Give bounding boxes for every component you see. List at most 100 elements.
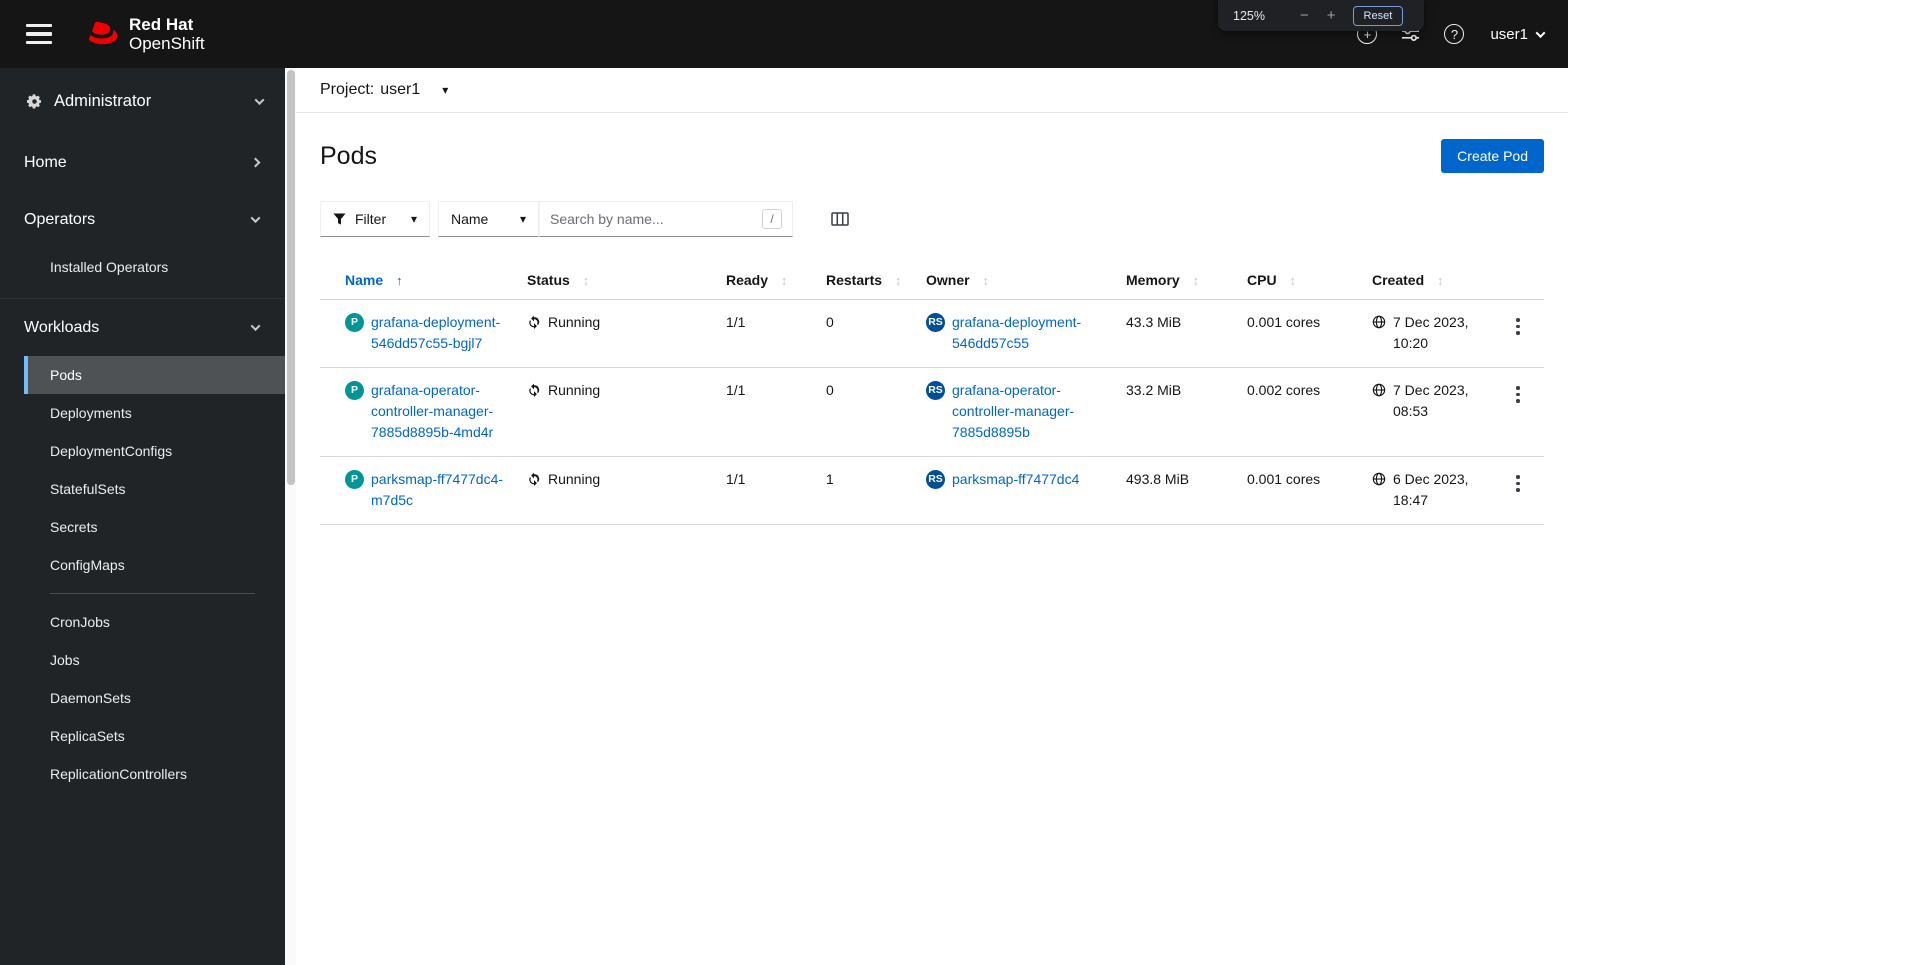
pod-name-link[interactable]: grafana-deployment-546dd57c55-bgjl7 (371, 312, 519, 354)
column-header-memory[interactable]: Memory ↕ (1126, 261, 1247, 300)
perspective-switcher[interactable]: Administrator (0, 68, 285, 134)
sidebar-item-deployments[interactable]: Deployments (24, 394, 285, 432)
search-input[interactable] (550, 211, 754, 227)
manage-columns-button[interactable] (831, 211, 849, 227)
timestamp-globe-icon (1372, 315, 1386, 329)
page-title: Pods (320, 141, 377, 170)
sidebar-item-deploymentconfigs[interactable]: DeploymentConfigs (24, 432, 285, 470)
restarts-cell: 0 (826, 299, 926, 368)
create-pod-button[interactable]: Create Pod (1441, 139, 1544, 173)
search-box: / (539, 201, 793, 237)
caret-down-icon: ▾ (442, 83, 449, 97)
brand-line1: Red Hat (129, 14, 194, 34)
sortable-icon: ↕ (582, 273, 590, 288)
column-header-created[interactable]: Created ↕ (1372, 261, 1508, 300)
sortable-icon: ↕ (894, 273, 902, 288)
replicaset-badge: RS (926, 313, 945, 332)
sidebar-section-home[interactable]: Home (0, 134, 285, 191)
owner-link[interactable]: grafana-operator-controller-manager-7885… (952, 380, 1118, 443)
user-menu-label: user1 (1490, 25, 1528, 43)
pod-name-link[interactable]: parksmap-ff7477dc4-m7d5c (371, 469, 519, 511)
browser-zoom-popup: 125% − + Reset (1218, 0, 1424, 31)
help-icon[interactable]: ? (1444, 24, 1465, 44)
hamburger-icon (26, 24, 52, 28)
sidebar-item-replicasets[interactable]: ReplicaSets (24, 717, 285, 755)
column-header-status[interactable]: Status ↕ (527, 261, 726, 300)
main-content: Project: user1 ▾ Pods Create Pod Filter … (296, 68, 1568, 965)
kebab-menu-button[interactable] (1508, 381, 1528, 408)
column-header-actions (1508, 261, 1544, 300)
sortable-icon: ↕ (1289, 273, 1296, 288)
table-row: P grafana-operator-controller-manager-78… (320, 367, 1544, 457)
sort-ascending-icon: ↑ (396, 273, 403, 288)
zoom-level: 125% (1233, 8, 1265, 23)
kebab-menu-button[interactable] (1508, 313, 1528, 340)
page-header: Pods Create Pod (296, 113, 1568, 173)
cpu-cell: 0.001 cores (1247, 456, 1372, 525)
status-text: Running (548, 382, 601, 398)
sidebar-section-operators[interactable]: Operators (0, 191, 285, 248)
created-text: 7 Dec 2023, 10:20 (1393, 314, 1469, 351)
brand-line2: OpenShift (129, 34, 205, 53)
search-attribute-dropdown[interactable]: Name ▾ (438, 201, 539, 237)
sidebar-item-secrets[interactable]: Secrets (24, 508, 285, 546)
filter-dropdown[interactable]: Filter ▾ (320, 201, 430, 237)
brand-text: Red Hat OpenShift (129, 15, 205, 53)
replicaset-badge: RS (926, 470, 945, 489)
sidebar-section-workloads[interactable]: Workloads (0, 299, 285, 356)
sidebar-item-jobs[interactable]: Jobs (24, 641, 285, 679)
filter-label: Filter (355, 211, 387, 227)
zoom-reset-button[interactable]: Reset (1352, 5, 1404, 26)
owner-link[interactable]: parksmap-ff7477dc4 (952, 469, 1079, 490)
sortable-icon: ↕ (780, 273, 788, 288)
replicaset-badge: RS (926, 381, 945, 400)
sidebar-item-installed-operators[interactable]: Installed Operators (24, 248, 285, 286)
column-header-ready[interactable]: Ready ↕ (726, 261, 826, 300)
cpu-cell: 0.001 cores (1247, 299, 1372, 368)
sidebar-scrollbar[interactable] (285, 68, 296, 965)
kebab-menu-button[interactable] (1508, 470, 1528, 497)
search-attribute-label: Name (451, 211, 489, 227)
sortable-icon: ↕ (1192, 273, 1200, 288)
gear-icon (26, 93, 42, 108)
chevron-down-icon (250, 213, 261, 224)
filter-funnel-icon (333, 212, 346, 225)
sidebar-item-pods[interactable]: Pods (24, 356, 285, 394)
pod-name-link[interactable]: grafana-operator-controller-manager-7885… (371, 380, 519, 443)
column-header-cpu[interactable]: CPU ↕ (1247, 261, 1372, 300)
owner-link[interactable]: grafana-deployment-546dd57c55 (952, 312, 1118, 354)
column-header-owner[interactable]: Owner ↕ (926, 261, 1126, 300)
table-header-row: Name ↑ Status ↕ Ready ↕ Restarts ↕ Owner… (320, 261, 1544, 300)
timestamp-globe-icon (1372, 383, 1386, 397)
user-menu[interactable]: user1 (1490, 25, 1546, 43)
memory-cell: 33.2 MiB (1126, 367, 1247, 457)
app-window: Red Hat OpenShift + ? user1 125% − + Res… (0, 0, 1568, 965)
ready-cell: 1/1 (726, 456, 826, 525)
column-header-name[interactable]: Name ↑ (320, 261, 527, 300)
restarts-cell: 0 (826, 367, 926, 457)
table-row: P grafana-deployment-546dd57c55-bgjl7 Ru… (320, 299, 1544, 368)
caret-down-icon (1535, 27, 1546, 38)
zoom-in-button[interactable]: + (1320, 7, 1343, 24)
sidebar-item-daemonsets[interactable]: DaemonSets (24, 679, 285, 717)
sidebar-divider (50, 593, 255, 594)
sidebar-item-configmaps[interactable]: ConfigMaps (24, 546, 285, 584)
scrollbar-thumb[interactable] (286, 70, 295, 485)
zoom-out-button[interactable]: − (1293, 7, 1316, 24)
sidebar-item-cronjobs[interactable]: CronJobs (24, 603, 285, 641)
pod-badge: P (345, 313, 364, 332)
sync-running-icon (527, 315, 541, 329)
status-text: Running (548, 314, 601, 330)
column-header-restarts[interactable]: Restarts ↕ (826, 261, 926, 300)
sidebar-item-replicationcontrollers[interactable]: ReplicationControllers (24, 755, 285, 793)
sync-running-icon (527, 383, 541, 397)
nav-toggle-button[interactable] (24, 20, 54, 48)
project-label: Project: (320, 81, 375, 98)
project-selector[interactable]: Project: user1 ▾ (296, 68, 1568, 113)
chevron-down-icon (250, 321, 261, 332)
pod-badge: P (345, 381, 364, 400)
memory-cell: 43.3 MiB (1126, 299, 1247, 368)
list-toolbar: Filter ▾ Name ▾ / (320, 201, 1544, 237)
pod-badge: P (345, 470, 364, 489)
sidebar-item-statefulsets[interactable]: StatefulSets (24, 470, 285, 508)
